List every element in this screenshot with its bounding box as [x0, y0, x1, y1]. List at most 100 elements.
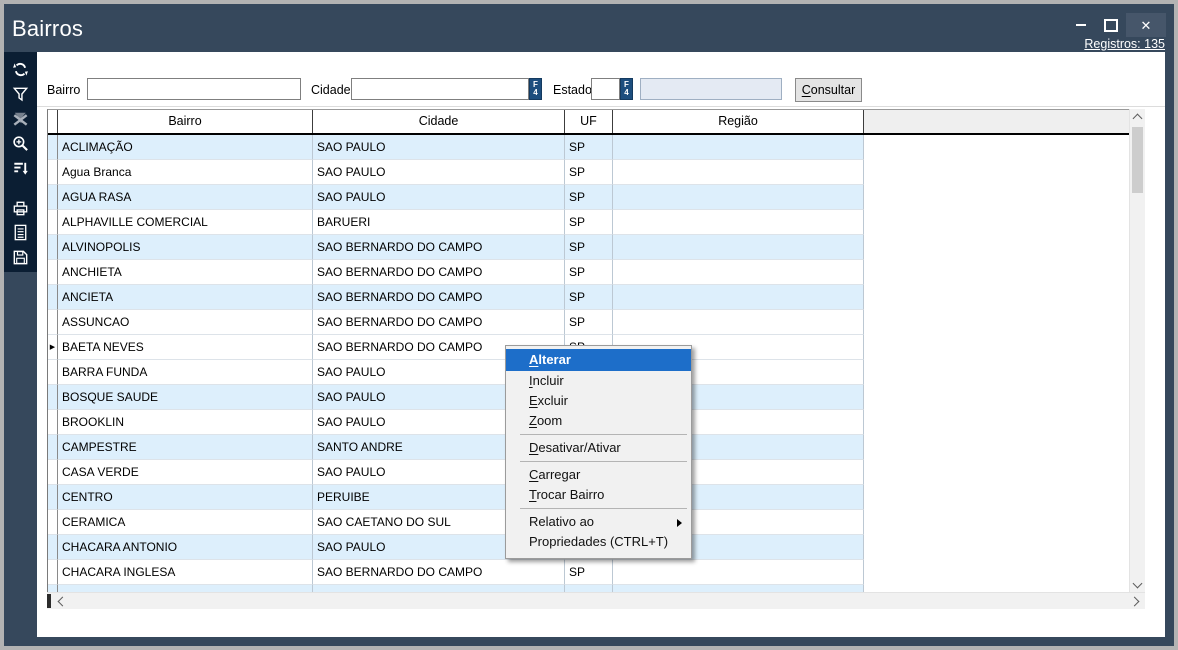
cell-bairro[interactable]: CHACARA KLABIN	[58, 585, 313, 592]
cell-bairro[interactable]: CHACARA INGLESA	[58, 560, 313, 585]
scroll-left-button[interactable]	[55, 593, 69, 609]
vertical-scrollbar[interactable]	[1129, 109, 1145, 592]
horizontal-scrollbar[interactable]	[47, 592, 1145, 609]
cell-regiao[interactable]	[613, 235, 864, 260]
row-selector[interactable]	[48, 585, 58, 592]
menu-item-carregar[interactable]: Carregar	[506, 465, 691, 485]
cell-regiao[interactable]	[613, 210, 864, 235]
vertical-scrollbar-thumb[interactable]	[1132, 127, 1143, 193]
table-row[interactable]: AGUA RASASAO PAULOSP	[48, 185, 1129, 210]
cell-bairro[interactable]: Agua Branca	[58, 160, 313, 185]
table-row[interactable]: ALPHAVILLE COMERCIALBARUERISP	[48, 210, 1129, 235]
row-selector[interactable]	[48, 360, 58, 385]
cell-regiao[interactable]	[613, 585, 864, 592]
cell-bairro[interactable]: CERAMICA	[58, 510, 313, 535]
cell-bairro[interactable]: BOSQUE SAUDE	[58, 385, 313, 410]
row-selector[interactable]	[48, 235, 58, 260]
menu-item-incluir[interactable]: Incluir	[506, 371, 691, 391]
cell-regiao[interactable]	[613, 285, 864, 310]
bairro-input[interactable]	[87, 78, 301, 100]
cell-bairro[interactable]: BAETA NEVES	[58, 335, 313, 360]
cidade-input[interactable]	[351, 78, 529, 100]
print-icon[interactable]	[9, 198, 33, 219]
row-selector[interactable]: ▶	[48, 335, 58, 360]
cell-regiao[interactable]	[613, 135, 864, 160]
cell-uf[interactable]: SP	[565, 285, 613, 310]
row-selector[interactable]	[48, 435, 58, 460]
cell-uf[interactable]: SP	[565, 310, 613, 335]
cell-uf[interactable]: SP	[565, 585, 613, 592]
cell-bairro[interactable]: CHACARA ANTONIO	[58, 535, 313, 560]
scroll-down-button[interactable]	[1130, 576, 1145, 590]
table-row[interactable]: ANCIETASAO BERNARDO DO CAMPOSP	[48, 285, 1129, 310]
row-selector[interactable]	[48, 210, 58, 235]
cell-cidade[interactable]: SAO BERNARDO DO CAMPO	[313, 310, 565, 335]
row-selector[interactable]	[48, 535, 58, 560]
close-button[interactable]: ✕	[1126, 13, 1166, 37]
row-selector[interactable]	[48, 560, 58, 585]
table-row[interactable]: ASSUNCAOSAO BERNARDO DO CAMPOSP	[48, 310, 1129, 335]
header-regiao[interactable]: Região	[613, 110, 864, 133]
menu-item-desativar-ativar[interactable]: Desativar/Ativar	[506, 438, 691, 458]
menu-item-alterar[interactable]: Alterar	[506, 349, 691, 371]
header-uf[interactable]: UF	[565, 110, 613, 133]
refresh-icon[interactable]	[9, 59, 33, 80]
row-selector[interactable]	[48, 485, 58, 510]
cell-regiao[interactable]	[613, 310, 864, 335]
menu-item-excluir[interactable]: Excluir	[506, 391, 691, 411]
cell-bairro[interactable]: ANCIETA	[58, 285, 313, 310]
menu-item-zoom[interactable]: Zoom	[506, 411, 691, 431]
minimize-button[interactable]	[1066, 13, 1096, 37]
row-selector[interactable]	[48, 460, 58, 485]
zoom-icon[interactable]	[9, 133, 33, 154]
cell-regiao[interactable]	[613, 185, 864, 210]
table-row[interactable]: ACLIMAÇÃOSAO PAULOSP	[48, 135, 1129, 160]
cell-cidade[interactable]: SAO BERNARDO DO CAMPO	[313, 235, 565, 260]
cell-bairro[interactable]: ALPHAVILLE COMERCIAL	[58, 210, 313, 235]
cell-bairro[interactable]: ALVINOPOLIS	[58, 235, 313, 260]
cell-regiao[interactable]	[613, 560, 864, 585]
row-selector[interactable]	[48, 410, 58, 435]
cell-uf[interactable]: SP	[565, 260, 613, 285]
table-row[interactable]: CHACARA KLABINSAO PAULOSP	[48, 585, 1129, 592]
cell-cidade[interactable]: SAO PAULO	[313, 185, 565, 210]
row-selector[interactable]	[48, 135, 58, 160]
clear-filter-icon[interactable]	[9, 108, 33, 129]
cell-cidade[interactable]: SAO PAULO	[313, 160, 565, 185]
header-bairro[interactable]: Bairro	[58, 110, 313, 133]
cell-uf[interactable]: SP	[565, 160, 613, 185]
estado-f4-button[interactable]: F4	[620, 78, 633, 100]
table-row[interactable]: ALVINOPOLISSAO BERNARDO DO CAMPOSP	[48, 235, 1129, 260]
cell-bairro[interactable]: AGUA RASA	[58, 185, 313, 210]
cell-regiao[interactable]	[613, 160, 864, 185]
cell-regiao[interactable]	[613, 260, 864, 285]
cell-cidade[interactable]: SAO PAULO	[313, 585, 565, 592]
table-row[interactable]: ANCHIETASAO BERNARDO DO CAMPOSP	[48, 260, 1129, 285]
cell-bairro[interactable]: CENTRO	[58, 485, 313, 510]
estado-input[interactable]	[591, 78, 620, 100]
cidade-f4-button[interactable]: F4	[529, 78, 542, 100]
cell-bairro[interactable]: ASSUNCAO	[58, 310, 313, 335]
cell-cidade[interactable]: SAO BERNARDO DO CAMPO	[313, 285, 565, 310]
menu-item-trocar-bairro[interactable]: Trocar Bairro	[506, 485, 691, 505]
cell-bairro[interactable]: CASA VERDE	[58, 460, 313, 485]
cell-uf[interactable]: SP	[565, 235, 613, 260]
registros-count-link[interactable]: Registros: 135	[1084, 37, 1165, 51]
cell-uf[interactable]: SP	[565, 135, 613, 160]
cell-bairro[interactable]: ACLIMAÇÃO	[58, 135, 313, 160]
cell-bairro[interactable]: CAMPESTRE	[58, 435, 313, 460]
row-selector[interactable]	[48, 160, 58, 185]
consultar-button[interactable]: Consultar	[795, 78, 862, 102]
header-cidade[interactable]: Cidade	[313, 110, 565, 133]
scroll-up-button[interactable]	[1130, 111, 1145, 125]
row-selector[interactable]	[48, 185, 58, 210]
sort-descending-icon[interactable]	[9, 158, 33, 179]
row-selector[interactable]	[48, 385, 58, 410]
row-selector[interactable]	[48, 310, 58, 335]
table-row[interactable]: Agua BrancaSAO PAULOSP	[48, 160, 1129, 185]
horizontal-scrollbar-thumb[interactable]	[47, 594, 51, 608]
cell-uf[interactable]: SP	[565, 210, 613, 235]
save-icon[interactable]	[9, 247, 33, 268]
table-row[interactable]: CHACARA INGLESASAO BERNARDO DO CAMPOSP	[48, 560, 1129, 585]
cell-uf[interactable]: SP	[565, 560, 613, 585]
